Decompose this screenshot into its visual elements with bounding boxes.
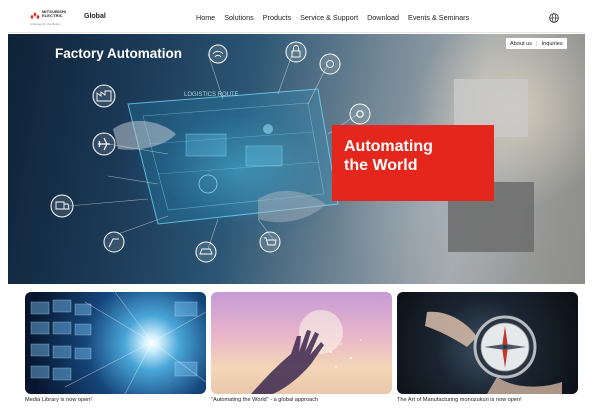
main-nav: Home Solutions Products Service & Suppor… [196, 13, 478, 22]
media-library-thumbnail[interactable] [25, 292, 206, 394]
brand-name: MITSUBISHI ELECTRIC [42, 9, 67, 18]
hand-reaching-image [251, 310, 362, 394]
brand-tagline: Changes for the Better [30, 22, 61, 26]
logistics-route-label: LOGISTICS ROUTE [184, 92, 239, 98]
banner-line-2: the World [344, 157, 418, 174]
card-caption[interactable]: The Art of Manufacturing monozukuri is n… [397, 397, 578, 403]
page-title: Factory Automation [55, 46, 183, 61]
news-cards: Media Library is now open! "Automating t… [8, 284, 585, 409]
site-header: MITSUBISHI ELECTRIC Changes for the Bett… [8, 3, 585, 33]
lock-icon [285, 41, 307, 63]
automating-thumbnail[interactable] [211, 292, 392, 394]
about-us-link[interactable]: About us [510, 41, 532, 47]
truck-icon [50, 194, 74, 218]
card-automating-the-world[interactable]: "Automating the World" - a global approa… [211, 292, 392, 403]
camera-icon [319, 53, 341, 75]
cart-icon [259, 231, 281, 253]
robot-arm-icon [103, 231, 125, 253]
globe-icon[interactable] [549, 13, 559, 23]
nav-products[interactable]: Products [263, 13, 291, 22]
nav-home[interactable]: Home [196, 13, 215, 22]
nav-events-seminars[interactable]: Events & Seminars [408, 13, 469, 22]
inquiries-link[interactable]: Inquiries [542, 41, 563, 47]
automating-the-world-banner[interactable]: Automating the World [332, 125, 494, 201]
utility-links: About us | Inquiries [506, 38, 567, 49]
compass-in-hand-image [425, 311, 562, 394]
gear-icon [349, 103, 371, 125]
mitsubishi-diamonds-icon [30, 12, 40, 20]
page: MITSUBISHI ELECTRIC Changes for the Bett… [8, 3, 585, 409]
car-icon [195, 241, 217, 263]
nav-download[interactable]: Download [367, 13, 399, 22]
nav-solutions[interactable]: Solutions [224, 13, 254, 22]
utility-separator: | [536, 40, 538, 47]
card-caption[interactable]: Media Library is now open! [25, 397, 206, 403]
wifi-icon [208, 44, 228, 64]
banner-line-1: Automating [344, 138, 433, 155]
factory-icon [92, 84, 116, 108]
mitsubishi-logo[interactable]: MITSUBISHI ELECTRIC Changes for the Bett… [30, 9, 72, 27]
card-monozukuri[interactable]: The Art of Manufacturing monozukuri is n… [397, 292, 578, 403]
card-caption[interactable]: "Automating the World" - a global approa… [211, 397, 392, 403]
media-wall-image [30, 292, 206, 394]
hero-banner: LOGISTICS ROUTE Factory Automation About… [8, 34, 585, 284]
card-media-library[interactable]: Media Library is now open! [25, 292, 206, 403]
region-selector[interactable]: Global [84, 13, 106, 20]
airplane-icon [92, 132, 116, 156]
monozukuri-thumbnail[interactable] [397, 292, 578, 394]
nav-service-support[interactable]: Service & Support [300, 13, 358, 22]
